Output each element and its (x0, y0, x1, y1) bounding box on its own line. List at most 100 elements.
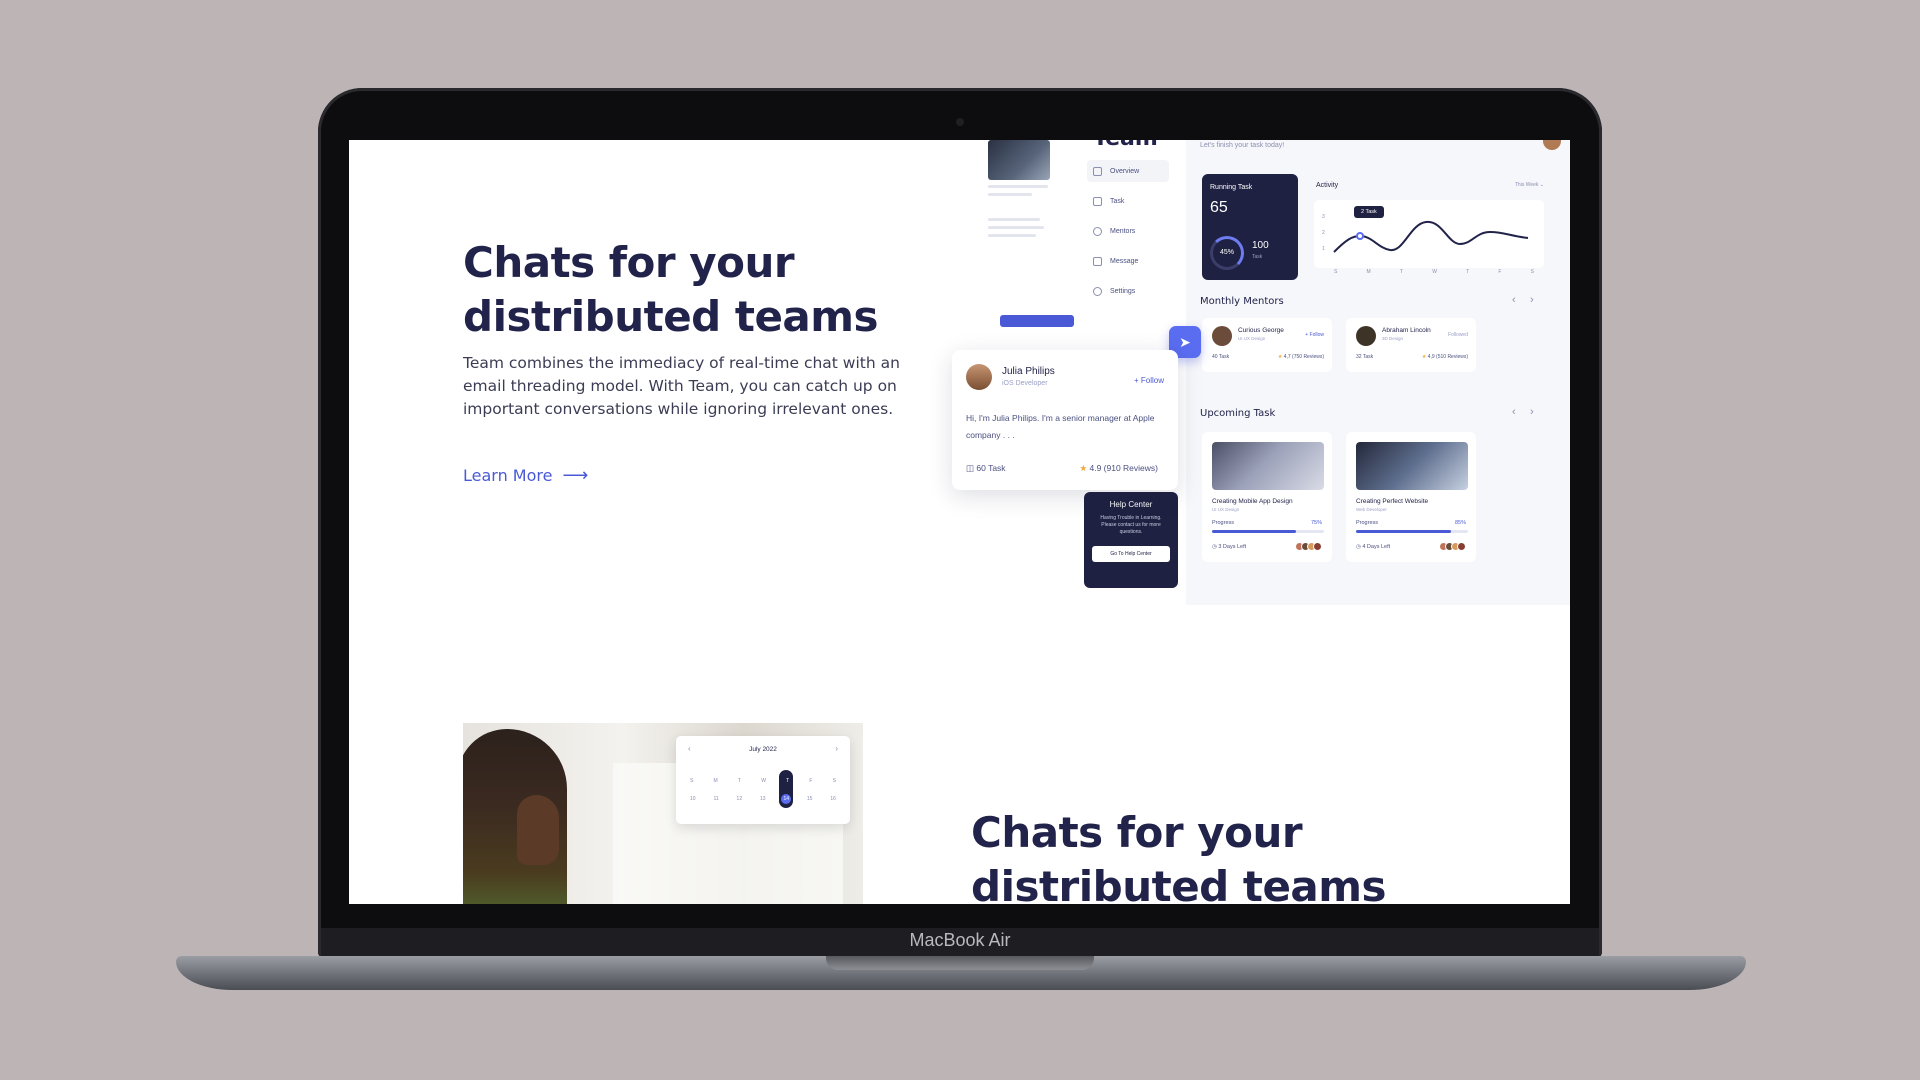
task-name: Creating Perfect Website (1356, 498, 1429, 505)
date-cell[interactable]: 14 (783, 796, 789, 802)
avatar (1457, 542, 1466, 551)
mentor-card[interactable]: Abraham Lincoln 3D Design Followed 32 Ta… (1346, 318, 1476, 372)
profile-bio: Hi, I'm Julia Philips. I'm a senior mana… (966, 413, 1155, 440)
task-image (1356, 442, 1468, 490)
follow-button[interactable]: + Follow (1305, 332, 1324, 338)
weekday-label: T (786, 778, 790, 784)
task-thumbnail (988, 140, 1050, 180)
day-label: T (1466, 269, 1470, 275)
y-tick-label: 3 (1322, 214, 1325, 220)
profile-name: Julia Philips (1002, 366, 1055, 377)
mentor-tasks: 32 Task (1356, 354, 1374, 360)
day-label: S (1334, 269, 1338, 275)
placeholder-line (988, 185, 1048, 188)
date-cell[interactable]: 16 (830, 796, 836, 802)
chevron-left-icon[interactable]: ‹ (1512, 294, 1516, 306)
star-icon: ★ (1277, 354, 1283, 360)
submit-button[interactable] (1000, 315, 1074, 327)
followed-label[interactable]: Followed (1448, 332, 1468, 338)
calendar-weekdays: S M T W T F S (690, 778, 836, 784)
profile-tasks: ◫ 60 Task (966, 463, 1006, 474)
weekday-label: S (690, 778, 694, 784)
task-card[interactable]: Creating Perfect Website Web Developer P… (1346, 432, 1476, 562)
day-label: T (1399, 269, 1403, 275)
progress-label: Progress (1212, 520, 1235, 526)
avatar (1212, 326, 1232, 346)
sidebar-item-label: Overview (1110, 167, 1140, 175)
weekday-label: T (737, 778, 741, 784)
sidebar-item-label: Task (1110, 197, 1125, 205)
day-label: W (1432, 269, 1437, 275)
y-tick-label: 1 (1322, 246, 1325, 252)
profile-tasks-text: 60 Task (976, 463, 1006, 473)
gear-icon (1093, 286, 1102, 296)
activity-line-chart: 3 2 1 (1322, 214, 1529, 253)
progress-fill (1356, 530, 1452, 533)
weekday-label: W (761, 778, 766, 784)
calendar-dates: 10 11 12 13 14 15 16 (690, 796, 836, 802)
camera-dot (956, 118, 964, 126)
help-center-card: Help Center Having Trouble in Learning. … (1084, 492, 1178, 588)
activity-range-select[interactable]: This Week ⌄ (1515, 182, 1544, 188)
task-icon: ◫ (966, 463, 975, 473)
chevron-right-icon[interactable]: › (835, 744, 838, 753)
woman-working-photo: ‹ July 2022 › S M T W T F S 10 11 12 13 … (463, 723, 863, 904)
day-label: S (1530, 269, 1534, 275)
hero-description: Team combines the immediacy of real-time… (463, 354, 900, 418)
date-cell[interactable]: 15 (807, 796, 813, 802)
chevron-right-icon[interactable]: › (1530, 406, 1534, 418)
activity-card: Activity This Week ⌄ 3 2 1 2 Task S M T (1308, 174, 1554, 280)
task-card[interactable]: Creating Mobile App Design UI UX Design … (1202, 432, 1332, 562)
running-task-value: 65 (1210, 199, 1228, 216)
task-image (1212, 442, 1324, 490)
upcoming-task-title: Upcoming Task (1200, 408, 1276, 419)
avatar-group (1295, 542, 1322, 551)
sidebar-item-settings[interactable]: Settings (1087, 280, 1169, 302)
date-cell[interactable]: 12 (737, 796, 743, 802)
avatar (1356, 326, 1376, 346)
rating-text: 4,9 (510 Reviews) (1427, 354, 1468, 360)
device-label: MacBook Air (909, 930, 1011, 950)
day-label: M (1366, 269, 1371, 275)
mentor-stats: 40 Task ★ 4,7 (750 Reviews) (1212, 354, 1324, 360)
running-task-total: 100 (1252, 240, 1269, 251)
days-left-text: 3 Days Left (1218, 544, 1247, 550)
sidebar-item-message[interactable]: Message (1087, 250, 1169, 272)
sidebar-item-task[interactable]: Task (1087, 190, 1169, 212)
sidebar-item-mentors[interactable]: Mentors (1087, 220, 1169, 242)
learn-more-link[interactable]: Learn More ⟶ (463, 465, 588, 486)
star-icon: ★ (1079, 463, 1088, 473)
avatar[interactable] (1543, 140, 1561, 150)
greeting-text: Let's finish your task today! (1200, 142, 1285, 149)
avatar (1313, 542, 1322, 551)
help-center-text: Having Trouble in Learning. Please conta… (1100, 515, 1162, 535)
running-task-card: Running Task 65 45% 100 Task (1202, 174, 1298, 280)
section-title: Chats for your distributed teams (971, 808, 1387, 904)
monthly-mentors-title: Monthly Mentors (1200, 296, 1284, 307)
date-cell[interactable]: 13 (760, 796, 766, 802)
mentor-name: Curious George (1238, 327, 1284, 334)
mentor-card[interactable]: Curious George UI UX Design + Follow 40 … (1202, 318, 1332, 372)
help-center-button[interactable]: Go To Help Center (1092, 546, 1170, 562)
sidebar-item-label: Mentors (1110, 227, 1136, 235)
days-left-text: 4 Days Left (1362, 544, 1391, 550)
profile-card[interactable]: Julia Philips iOS Developer + Follow Hi,… (952, 350, 1178, 490)
task-role: UI UX Design (1212, 507, 1240, 512)
progress-bar (1212, 530, 1324, 533)
activity-days: S M T W T F S (1334, 269, 1534, 275)
clock-icon: ◷ (1212, 544, 1217, 550)
date-cell[interactable]: 10 (690, 796, 696, 802)
sidebar-item-overview[interactable]: Overview (1087, 160, 1169, 182)
placeholder-line (988, 193, 1032, 196)
follow-button[interactable]: + Follow (1134, 376, 1164, 385)
chevron-right-icon[interactable]: › (1530, 294, 1534, 306)
mentor-role: UI UX Design (1238, 336, 1266, 341)
running-task-label: Running Task (1210, 184, 1253, 191)
chevron-left-icon[interactable]: ‹ (1512, 406, 1516, 418)
laptop-notch (826, 956, 1094, 970)
activity-point[interactable] (1356, 232, 1364, 240)
days-left: ◷ 3 Days Left (1212, 544, 1246, 550)
date-cell[interactable]: 11 (713, 796, 718, 802)
mentor-name: Abraham Lincoln (1382, 327, 1431, 334)
task-role: Web Developer (1356, 507, 1387, 512)
